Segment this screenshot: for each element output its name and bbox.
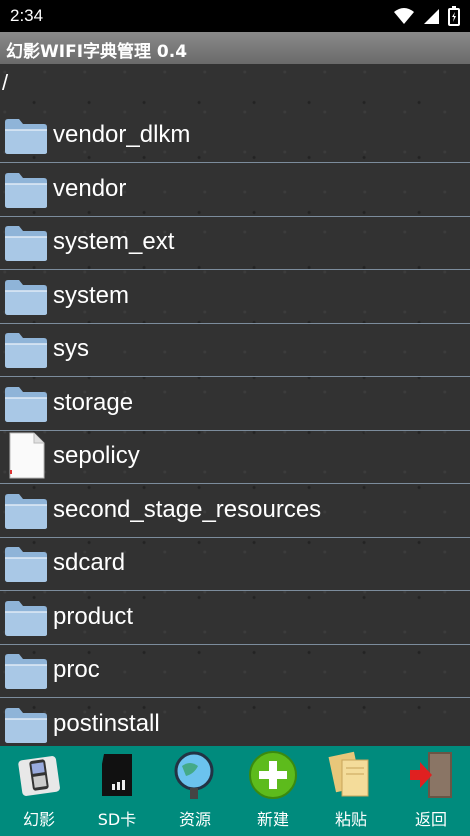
file-name: system (53, 281, 130, 309)
status-bar: 2:34 (0, 0, 470, 32)
folder-icon (4, 491, 48, 531)
folder-icon (4, 705, 48, 745)
file-name: system_ext (53, 228, 175, 255)
file-row[interactable]: sys (0, 323, 470, 377)
phantom-button[interactable]: 幻影 (0, 746, 78, 836)
file-name: storage (53, 388, 134, 416)
folder-icon (4, 384, 48, 424)
resources-label: 资源 (178, 810, 211, 829)
folder-icon (4, 116, 48, 156)
file-browser: / vendor_dlkmvendor system_extsystem sys st… (0, 64, 470, 746)
file-name: second_stage_resources (53, 495, 322, 523)
exit-door-icon (410, 752, 452, 798)
paste-icon (328, 751, 369, 797)
file-name: sepolicy (53, 442, 140, 469)
app-title-bar: 幻影WIFI字典管理 0.4 (0, 32, 470, 64)
phantom-label: 幻影 (22, 810, 55, 829)
file-row[interactable]: sepolicy (0, 430, 470, 484)
file-name: sys (53, 335, 89, 362)
status-time: 2:34 (10, 6, 44, 25)
globe-search-icon (174, 751, 214, 799)
resources-button[interactable]: 资源 (156, 746, 234, 836)
phone-icon (18, 756, 60, 796)
folder-icon (4, 598, 48, 638)
file-icon (4, 432, 48, 479)
folder-icon (4, 651, 48, 691)
file-name: proc (53, 656, 100, 683)
file-row[interactable]: storage (0, 377, 470, 431)
status-icons (394, 6, 460, 26)
folder-icon (4, 223, 48, 263)
sdcard-label: SD卡 (97, 810, 137, 829)
file-row[interactable]: second_stage_resources (0, 484, 470, 538)
file-row[interactable]: vendor (0, 163, 470, 217)
file-name: postinstall (53, 709, 160, 737)
cell-signal-icon (424, 9, 439, 24)
file-row[interactable]: postinstall (0, 698, 470, 747)
wifi-icon (394, 8, 414, 24)
battery-icon (448, 6, 460, 26)
sdcard-button[interactable]: SD卡 (78, 746, 156, 836)
file-row[interactable]: proc (0, 644, 470, 698)
file-row[interactable]: system (0, 270, 470, 324)
file-row[interactable]: product (0, 591, 470, 645)
new-label: 新建 (256, 810, 289, 829)
back-label: 返回 (414, 810, 447, 829)
folder-icon (4, 330, 48, 370)
app-title: 幻影WIFI字典管理 0.4 (6, 42, 188, 62)
folder-icon (4, 170, 48, 210)
sdcard-icon (102, 754, 132, 796)
plus-icon (249, 751, 297, 799)
folder-icon (4, 277, 48, 317)
file-name: vendor (53, 174, 127, 202)
file-name: sdcard (53, 549, 126, 576)
file-row[interactable]: vendor_dlkm (0, 109, 470, 163)
file-name: product (53, 602, 134, 630)
paste-label: 粘贴 (334, 810, 367, 829)
current-path: / (2, 70, 9, 95)
paste-button[interactable]: 粘贴 (312, 746, 390, 836)
file-name: vendor_dlkm (53, 121, 191, 148)
file-row[interactable]: sdcard (0, 537, 470, 591)
folder-icon (4, 544, 48, 584)
new-button[interactable]: 新建 (234, 746, 312, 836)
file-row[interactable]: system_ext (0, 216, 470, 270)
bottom-toolbar: 幻影 SD卡 资源 新建 粘贴 返回 (0, 746, 470, 836)
back-button[interactable]: 返回 (392, 746, 470, 836)
